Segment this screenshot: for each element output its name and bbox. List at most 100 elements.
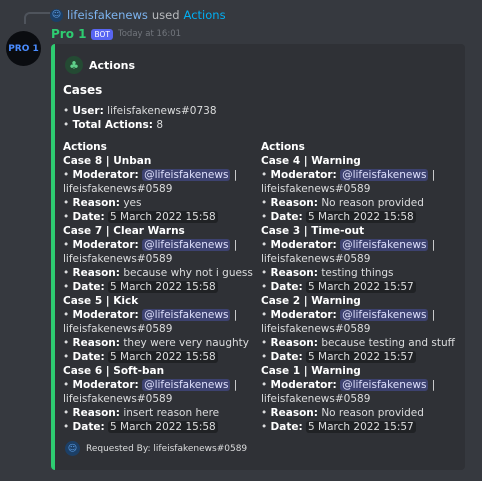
moderator-line: • Moderator: @lifeisfakenews | (261, 239, 436, 251)
reason-line: • Reason: testing things (261, 267, 394, 279)
reply-used-text: used (151, 8, 180, 22)
date-line: • Date: 5 March 2022 15:57 (261, 421, 416, 433)
reason-line: • Reason: insert reason here (63, 407, 220, 419)
bot-name[interactable]: Pro 1 (51, 27, 86, 41)
date-line: • Date: 5 March 2022 15:57 (261, 351, 416, 363)
embed-description: • User: lifeisfakenews#0738 • Total Acti… (63, 104, 217, 132)
field-name: Actions (63, 141, 107, 153)
reason-value: yes (123, 197, 142, 209)
reason-line: • Reason: because testing and stuff (261, 337, 455, 349)
timestamp[interactable]: Today at 16:01 (118, 29, 181, 39)
moderator-label: Moderator: (270, 239, 337, 251)
reply-command[interactable]: Actions (184, 8, 226, 22)
date-label: Date: (72, 281, 105, 293)
footer-text: Requested By: lifeisfakenews#0589 (86, 443, 248, 454)
moderator-mention[interactable]: @lifeisfakenews (142, 309, 231, 321)
moderator-tag: lifeisfakenews#0589 (261, 323, 371, 335)
case-title: Case 7 | Clear Warns (63, 225, 185, 237)
date-value[interactable]: 5 March 2022 15:58 (108, 421, 218, 433)
moderator-label: Moderator: (270, 169, 337, 181)
reason-value: testing things (321, 267, 394, 279)
moderator-label: Moderator: (72, 169, 139, 181)
date-label: Date: (72, 211, 105, 223)
reason-line: • Reason: because why not i guess (63, 267, 253, 279)
date-value[interactable]: 5 March 2022 15:58 (108, 351, 218, 363)
moderator-line: • Moderator: @lifeisfakenews | (261, 309, 436, 321)
reason-value: they were very naughty (123, 337, 249, 349)
moderator-line: • Moderator: @lifeisfakenews | (261, 379, 436, 391)
field-name: Actions (261, 141, 305, 153)
moderator-mention[interactable]: @lifeisfakenews (340, 379, 429, 391)
moderator-line: • Moderator: @lifeisfakenews | (63, 169, 238, 181)
embed-title: Cases (63, 83, 103, 97)
reply-connector (24, 12, 50, 24)
date-value[interactable]: 5 March 2022 15:58 (108, 281, 218, 293)
moderator-tag: lifeisfakenews#0589 (261, 393, 371, 405)
case-title: Case 4 | Warning (261, 155, 361, 167)
case-title: Case 3 | Time-out (261, 225, 365, 237)
reason-value: No reason provided (321, 197, 424, 209)
total-value: 8 (156, 119, 164, 131)
reason-value: because why not i guess (123, 267, 253, 279)
user-line: • User: lifeisfakenews#0738 (63, 105, 217, 117)
case-block: Case 5 | Kick • Moderator: @lifeisfakene… (63, 294, 253, 364)
embed-author: ♣ Actions (65, 56, 135, 74)
case-block: Case 3 | Time-out • Moderator: @lifeisfa… (261, 224, 455, 294)
reason-value: insert reason here (123, 407, 220, 419)
date-label: Date: (270, 421, 303, 433)
moderator-line: • Moderator: @lifeisfakenews | (261, 169, 436, 181)
date-label: Date: (270, 211, 303, 223)
moderator-line: • Moderator: @lifeisfakenews | (63, 379, 238, 391)
reason-label: Reason: (270, 407, 318, 419)
moderator-mention[interactable]: @lifeisfakenews (340, 239, 429, 251)
reply-reference[interactable]: ☺ lifeisfakenews used Actions (50, 7, 226, 23)
embed-footer: ☺ Requested By: lifeisfakenews#0589 (65, 441, 247, 456)
case-block: Case 6 | Soft-ban • Moderator: @lifeisfa… (63, 364, 253, 434)
reason-line: • Reason: yes (63, 197, 142, 209)
moderator-mention[interactable]: @lifeisfakenews (340, 309, 429, 321)
bot-avatar-text: PRO 1 (8, 43, 39, 54)
reason-label: Reason: (270, 267, 318, 279)
date-value[interactable]: 5 March 2022 15:57 (306, 281, 416, 293)
moderator-mention[interactable]: @lifeisfakenews (142, 169, 231, 181)
requester-avatar-icon: ☺ (65, 441, 80, 456)
user-value: lifeisfakenews#0738 (107, 105, 217, 117)
reply-username[interactable]: lifeisfakenews (67, 8, 148, 22)
date-value[interactable]: 5 March 2022 15:57 (306, 421, 416, 433)
case-block: Case 8 | Unban • Moderator: @lifeisfaken… (63, 154, 253, 224)
embed-author-name: Actions (89, 58, 135, 72)
date-value[interactable]: 5 March 2022 15:58 (108, 211, 218, 223)
date-value[interactable]: 5 March 2022 15:58 (306, 211, 416, 223)
total-line: • Total Actions: 8 (63, 119, 164, 131)
case-title: Case 6 | Soft-ban (63, 365, 165, 377)
date-label: Date: (270, 281, 303, 293)
moderator-label: Moderator: (72, 379, 139, 391)
moderator-label: Moderator: (72, 239, 139, 251)
moderator-label: Moderator: (270, 309, 337, 321)
reason-value: because testing and stuff (321, 337, 455, 349)
reason-line: • Reason: No reason provided (261, 197, 424, 209)
date-label: Date: (72, 351, 105, 363)
moderator-mention[interactable]: @lifeisfakenews (142, 239, 231, 251)
date-line: • Date: 5 March 2022 15:58 (63, 421, 218, 433)
date-value[interactable]: 5 March 2022 15:57 (306, 351, 416, 363)
reason-label: Reason: (72, 267, 120, 279)
moderator-label: Moderator: (72, 309, 139, 321)
user-avatar-icon[interactable]: ☺ (50, 8, 63, 22)
date-label: Date: (72, 421, 105, 433)
case-title: Case 1 | Warning (261, 365, 361, 377)
moderator-tag: lifeisfakenews#0589 (63, 253, 173, 265)
case-title: Case 5 | Kick (63, 295, 139, 307)
case-block: Case 2 | Warning • Moderator: @lifeisfak… (261, 294, 455, 364)
case-title: Case 2 | Warning (261, 295, 361, 307)
moderator-mention[interactable]: @lifeisfakenews (340, 169, 429, 181)
reason-label: Reason: (72, 197, 120, 209)
date-line: • Date: 5 March 2022 15:58 (63, 351, 218, 363)
message-header: Pro 1 BOT Today at 16:01 (51, 26, 181, 42)
bot-avatar[interactable]: PRO 1 (6, 31, 41, 66)
moderator-tag: lifeisfakenews#0589 (261, 183, 371, 195)
date-line: • Date: 5 March 2022 15:57 (261, 281, 416, 293)
moderator-tag: lifeisfakenews#0589 (63, 183, 173, 195)
embed: ♣ Actions Cases • User: lifeisfakenews#0… (51, 44, 465, 470)
moderator-mention[interactable]: @lifeisfakenews (142, 379, 231, 391)
